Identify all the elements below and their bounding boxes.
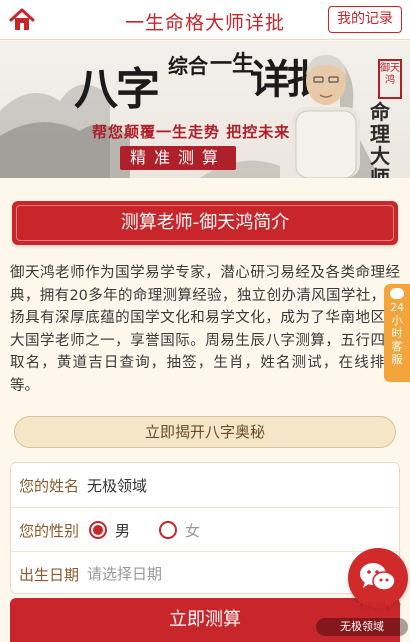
section-heading-border: [16, 205, 394, 241]
section-heading: 测算老师-御天鸿简介: [12, 201, 398, 245]
my-records-button[interactable]: 我的记录: [328, 6, 402, 33]
gender-male-radio[interactable]: 男: [89, 519, 130, 541]
banner-signature: 命理大师: [370, 100, 390, 178]
banner-seal: 御天鸿: [378, 59, 402, 99]
banner-title-zonghe: 综合: [168, 54, 208, 78]
promo-banner[interactable]: 八字 综合 一生 详批 帮您颠覆一生走势 把控未来 精准测算 御天鸿 命理大师: [0, 41, 410, 178]
gender-label: 您的性别: [19, 522, 80, 540]
fortune-form: 您的姓名 您的性别 男 女 出生日期: [10, 462, 401, 595]
radio-unchecked-icon: [159, 521, 177, 539]
birth-row: 出生日期: [11, 551, 401, 595]
gender-female-label: 女: [185, 521, 201, 540]
gender-row: 您的性别 男 女: [11, 507, 401, 551]
name-row: 您的姓名: [11, 463, 401, 507]
radio-checked-icon: [89, 521, 107, 539]
chat-bubble-icon: [390, 288, 404, 299]
gender-male-label: 男: [115, 521, 131, 540]
header: 一生命格大师详批 我的记录: [0, 0, 410, 40]
customer-service-tab[interactable]: 24小时客服: [384, 284, 410, 382]
master-intro-text: 御天鸿老师作为国学易学专家，潜心研习易经及各类命理经典，拥有20多年的命理测算经…: [10, 265, 400, 394]
birth-date-input[interactable]: [87, 561, 347, 587]
customer-service-label: 24小时客服: [390, 301, 404, 366]
banner-title-bazi: 八字: [74, 64, 160, 115]
wechat-label: 老师微信: [348, 602, 401, 617]
name-input[interactable]: [87, 472, 387, 498]
name-label: 您的姓名: [19, 477, 80, 495]
gender-female-radio[interactable]: 女: [159, 519, 200, 541]
master-portrait: [292, 55, 360, 178]
watermark: 无极领域: [316, 618, 408, 636]
banner-slogan: 帮您颠覆一生走势 把控未来: [92, 123, 291, 141]
birth-label: 出生日期: [19, 566, 80, 584]
banner-tag: 精准测算: [120, 146, 237, 170]
banner-title-yisheng: 一生: [210, 51, 255, 77]
reveal-bazi-button[interactable]: 立即揭开八字奥秘: [14, 416, 396, 448]
